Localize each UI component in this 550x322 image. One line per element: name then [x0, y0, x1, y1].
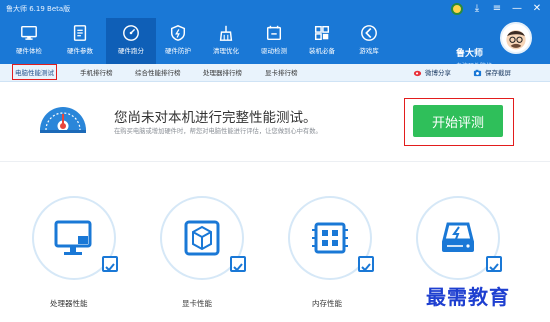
download-icon: ⤓	[474, 3, 480, 14]
app-window: 鲁大师 6.19 Beta版 ⤓ ≡ — ✕ 硬件体检 硬件参数 硬件跑分 硬件…	[0, 0, 550, 322]
share-weibo-button[interactable]: 微博分享	[413, 67, 451, 77]
subtab-pc-performance[interactable]: 电脑性能测试	[12, 64, 57, 80]
checkmark-icon	[105, 263, 115, 272]
memory-card-checkbox[interactable]	[358, 256, 374, 272]
checkmark-icon	[489, 263, 499, 272]
toolbar-label: 装机必备	[309, 47, 335, 55]
speedometer-icon	[123, 25, 139, 41]
memory-card[interactable]	[288, 196, 374, 280]
save-screenshot-label: 保存截屏	[485, 69, 511, 77]
skin-icon	[451, 3, 463, 15]
subtab-overall-ranking[interactable]: 综合性能排行榜	[135, 67, 181, 77]
watermark-text: 最需教育	[426, 285, 510, 309]
apps-grid-icon	[314, 25, 330, 41]
start-button-highlight: 开始评测	[404, 98, 514, 146]
skin-button[interactable]	[450, 2, 464, 16]
graphics-cube-icon	[184, 220, 220, 256]
menu-button[interactable]: ≡	[490, 2, 504, 16]
banner-description: 在购买电脑或增加硬件时，帮您对电脑性能进行评估，让您做到心中有数。	[114, 128, 322, 135]
checkmark-icon	[361, 263, 371, 272]
toolbar-label: 硬件跑分	[118, 47, 144, 55]
disk-card[interactable]	[416, 196, 502, 280]
cpu-card-label: 处理器性能	[50, 299, 88, 308]
share-weibo-label: 微博分享	[425, 69, 451, 77]
toolbar-item-essentials[interactable]: 装机必备	[297, 18, 347, 64]
monitor-icon	[21, 25, 37, 40]
main-toolbar: 硬件体检 硬件参数 硬件跑分 硬件防护 清理优化 驱动检测 装机必备 游戏库 鲁…	[0, 18, 550, 70]
gpu-card-label: 显卡性能	[182, 299, 212, 308]
close-button[interactable]: ✕	[530, 2, 544, 16]
toolbar-label: 硬件体检	[16, 47, 42, 55]
subtab-gpu-ranking[interactable]: 显卡排行榜	[265, 67, 298, 77]
weibo-icon	[413, 70, 422, 76]
minimize-icon: —	[512, 3, 522, 14]
minimize-button[interactable]: —	[510, 2, 524, 16]
sub-tab-bar: 电脑性能测试 手机排行榜 综合性能排行榜 处理器排行榜 显卡排行榜 微博分享 保…	[0, 64, 550, 82]
driver-box-icon	[266, 25, 282, 41]
broom-icon	[219, 25, 233, 41]
cpu-card-checkbox[interactable]	[102, 256, 118, 272]
camera-icon	[473, 69, 482, 76]
toolbar-label: 游戏库	[359, 47, 379, 55]
app-title: 鲁大师 6.19 Beta版	[6, 5, 71, 13]
disk-card-checkbox[interactable]	[486, 256, 502, 272]
toolbar-label: 清理优化	[213, 47, 239, 55]
close-icon: ✕	[532, 3, 542, 14]
toolbar-item-hardware-checkup[interactable]: 硬件体检	[4, 18, 54, 64]
menu-icon: ≡	[492, 3, 502, 14]
save-screenshot-button[interactable]: 保存截屏	[473, 67, 511, 77]
game-icon	[361, 25, 377, 41]
toolbar-item-driver-check[interactable]: 驱动检测	[249, 18, 299, 64]
gpu-card-checkbox[interactable]	[230, 256, 246, 272]
memory-card-label: 内存性能	[312, 299, 342, 308]
benchmark-banner: 您尚未对本机进行完整性能测试。 在购买电脑或增加硬件时，帮您对电脑性能进行评估，…	[0, 82, 550, 162]
toolbar-item-hardware-params[interactable]: 硬件参数	[55, 18, 105, 64]
title-bar: 鲁大师 6.19 Beta版 ⤓ ≡ — ✕	[0, 0, 550, 18]
toolbar-item-game-library[interactable]: 游戏库	[344, 18, 394, 64]
speedometer-gauge-icon	[40, 107, 86, 133]
toolbar-label: 硬件参数	[67, 47, 93, 55]
document-icon	[73, 25, 87, 41]
banner-headline: 您尚未对本机进行完整性能测试。	[114, 110, 317, 126]
mascot-avatar-icon	[506, 30, 526, 50]
toolbar-label: 硬件防护	[165, 47, 191, 55]
toolbar-item-clean-optimize[interactable]: 清理优化	[201, 18, 251, 64]
disk-drive-icon	[442, 222, 474, 252]
subtab-phone-ranking[interactable]: 手机排行榜	[80, 67, 113, 77]
cpu-monitor-icon	[54, 220, 92, 255]
avatar[interactable]	[500, 22, 532, 54]
checkmark-icon	[233, 263, 243, 272]
subtab-cpu-ranking[interactable]: 处理器排行榜	[203, 67, 242, 77]
toolbar-item-hardware-protection[interactable]: 硬件防护	[153, 18, 203, 64]
gpu-card[interactable]	[160, 196, 246, 280]
memory-chip-icon	[312, 222, 348, 254]
toolbar-item-hardware-benchmark[interactable]: 硬件跑分	[106, 18, 156, 64]
shield-icon	[170, 25, 186, 41]
brand-name: 鲁大师	[455, 49, 483, 59]
cpu-card[interactable]	[32, 196, 118, 280]
download-button[interactable]: ⤓	[470, 2, 484, 16]
start-benchmark-button[interactable]: 开始评测	[413, 105, 503, 137]
toolbar-label: 驱动检测	[261, 47, 287, 55]
window-controls: ⤓ ≡ — ✕	[450, 2, 544, 16]
